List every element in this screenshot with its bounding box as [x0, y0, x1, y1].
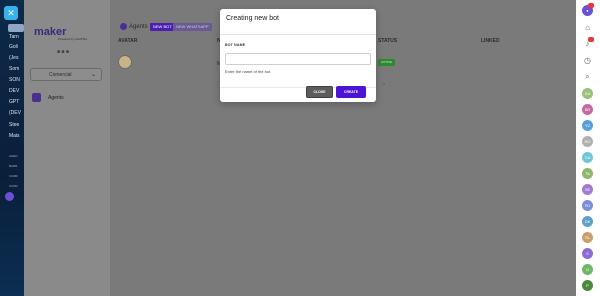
sidebar-item-agents[interactable]: Agents: [30, 90, 106, 106]
dialog-title: Creating new bot: [226, 15, 279, 22]
organization-select[interactable]: Comercial ⌄: [30, 68, 102, 81]
contact-avatar[interactable]: RO: [582, 136, 593, 147]
workspace-item[interactable]: Tarn: [9, 34, 19, 40]
robot-icon: [32, 93, 41, 102]
menu-toggle-icon[interactable]: ✕: [4, 6, 18, 20]
section-label: BARR: [9, 164, 18, 168]
language-flags[interactable]: ■ ■ ■: [57, 49, 69, 55]
left-navigation: ✕ Tarn Goli (Jes Som SON DEV GPT (DEV St…: [0, 0, 24, 296]
column-header-status: STATUS: [378, 38, 398, 44]
contact-avatar[interactable]: EA: [582, 88, 593, 99]
workspace-item[interactable]: (DEV: [9, 110, 21, 116]
new-bot-button[interactable]: NEW BOT: [150, 23, 175, 31]
contact-avatar[interactable]: YZ: [582, 120, 593, 131]
contact-avatar[interactable]: P: [582, 280, 593, 291]
column-header-linked: LINKED: [481, 38, 500, 44]
contact-avatar[interactable]: GL: [582, 232, 593, 243]
home-icon[interactable]: ⌂: [582, 22, 593, 33]
contact-avatar[interactable]: BR: [582, 104, 593, 115]
app-sidebar: maker Powered by CHATBot ■ ■ ■ Comercial…: [24, 0, 110, 296]
workspace-item[interactable]: DEV: [9, 88, 19, 94]
create-button[interactable]: CREATE: [336, 86, 366, 98]
search-icon[interactable]: ⌕: [582, 71, 593, 82]
divider: [220, 34, 376, 35]
organization-select-value: Comercial: [49, 72, 72, 78]
workspace-item[interactable]: Som: [9, 66, 19, 72]
contact-avatar[interactable]: CA: [582, 152, 593, 163]
history-icon[interactable]: ◷: [582, 55, 593, 66]
workspace-item[interactable]: SON: [9, 77, 20, 83]
sidebar-item-label: Agents: [48, 95, 64, 101]
contact-avatar[interactable]: SE: [582, 184, 593, 195]
chevron-down-icon: ⌄: [90, 72, 96, 78]
workspace-item[interactable]: Stee: [9, 122, 19, 128]
close-button[interactable]: CLOSE: [306, 86, 333, 98]
contact-avatar[interactable]: TA: [582, 168, 593, 179]
workspace-item[interactable]: Mais: [9, 133, 20, 139]
page-title: Agents: [120, 23, 148, 30]
contact-avatar[interactable]: G: [582, 264, 593, 275]
section-label: CURR: [9, 174, 18, 178]
new-whatsapp-button[interactable]: NEW WHATSAPP: [173, 23, 212, 31]
column-header-avatar: AVATAR: [118, 38, 138, 44]
workspace-chip[interactable]: [8, 24, 24, 32]
bot-avatar[interactable]: [118, 55, 132, 69]
contact-avatar[interactable]: DK: [582, 216, 593, 227]
notification-badge: [588, 37, 594, 42]
workspace-item[interactable]: (Jes: [9, 55, 18, 61]
workspace-item[interactable]: Goli: [9, 44, 18, 50]
create-bot-dialog: Creating new bot BOT NAME Enter the name…: [220, 9, 376, 102]
section-label: AGEN: [9, 154, 18, 158]
chevron-down-icon[interactable]: ⌄: [382, 81, 386, 87]
robot-icon: [120, 23, 127, 30]
contact-avatar[interactable]: FO: [582, 200, 593, 211]
right-rail: ● ⌂ ♪ ◷ ⌕ EA BR YZ RO CA TA SE FO DK GL S G P: [576, 0, 600, 296]
bot-name-input[interactable]: [225, 53, 371, 65]
bot-name-help: Enter the name of the bot.: [225, 69, 272, 74]
workspace-item[interactable]: GPT: [9, 99, 19, 105]
contact-avatar[interactable]: S: [582, 248, 593, 259]
notification-badge: [588, 3, 594, 8]
bot-name-label: BOT NAME: [225, 43, 246, 47]
user-avatar[interactable]: [5, 192, 14, 201]
section-label: CURR: [9, 184, 18, 188]
logo-subtitle: Powered by CHATBot: [58, 37, 88, 41]
status-badge: ACTIVE: [378, 59, 395, 66]
